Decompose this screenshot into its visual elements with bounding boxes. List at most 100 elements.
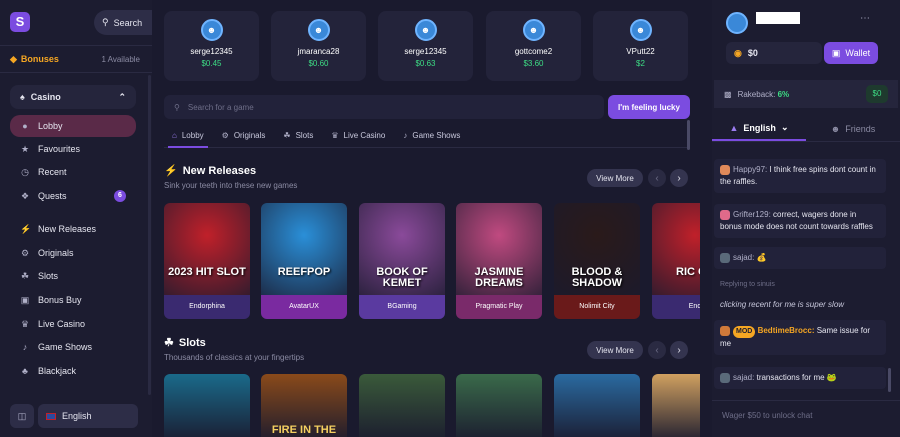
friends-icon: ☻ (830, 123, 841, 134)
tab-label: Originals (233, 130, 266, 140)
game-card[interactable] (554, 374, 640, 437)
balance-value: $0 (747, 48, 758, 58)
game-card[interactable]: 2023 HIT SLOT Endorphina (164, 203, 250, 319)
sidebar-scrollbar[interactable] (148, 75, 151, 395)
sidebar-item-originals[interactable]: ⚙ Originals (10, 242, 136, 264)
chat-scrollbar[interactable] (888, 368, 891, 392)
sidebar-toggle-icon: ◫ (17, 410, 27, 421)
sidebar-item-label: Originals (38, 248, 74, 258)
bonuses-row[interactable]: ◆ Bonuses 1 Available (0, 45, 152, 73)
chevron-right-icon: › (677, 344, 681, 356)
game-title: 2023 HIT SLOT (168, 266, 246, 278)
sidebar-item-quests[interactable]: ❖ Quests 6 (10, 185, 136, 207)
chevron-left-icon: ‹ (655, 172, 659, 184)
winner-card[interactable]: ☻ serge12345 $0.63 (378, 11, 473, 81)
new-releases-prev-button[interactable]: ‹ (648, 169, 666, 187)
new-releases-subtitle: Sink your teeth into these new games (164, 181, 298, 190)
section-title-text: New Releases (182, 164, 257, 177)
chat-username[interactable]: BedtimeBrocc: (758, 326, 815, 335)
winner-name: serge12345 (404, 47, 447, 56)
chat-username[interactable]: Grifter129: (733, 210, 771, 219)
game-provider: Pragmatic Play (456, 295, 542, 319)
logo-icon[interactable]: S (10, 12, 30, 32)
game-card[interactable] (456, 374, 542, 437)
tab-live-casino[interactable]: ♛ Live Casino (331, 124, 385, 146)
balance-display[interactable]: ◉ $0 (726, 42, 822, 64)
game-search-input[interactable]: ⚲ Search for a game (164, 95, 604, 119)
chat-username[interactable]: Happy97: (733, 165, 767, 174)
avatar[interactable] (726, 12, 748, 34)
sidebar-item-recent[interactable]: ◷ Recent (10, 161, 136, 183)
sidebar-item-live-casino[interactable]: ♛ Live Casino (10, 313, 136, 335)
avatar: ☻ (200, 19, 223, 41)
bonuses-link[interactable]: ◆ Bonuses (10, 54, 59, 65)
slots-next-button[interactable]: › (670, 341, 688, 359)
collapse-sidebar-button[interactable]: ◫ (10, 404, 34, 428)
winner-name: jmaranca28 (297, 47, 340, 56)
game-card[interactable] (652, 374, 700, 437)
chat-input[interactable]: Wager $50 to unlock chat (712, 400, 900, 437)
language-label: English (62, 411, 92, 421)
casino-section-toggle[interactable]: ♠ Casino ⌃ (10, 85, 136, 109)
game-card[interactable]: FIRE IN THE (261, 374, 347, 437)
game-art (164, 203, 250, 295)
rakeback-icon: ▩ (724, 89, 732, 99)
game-card[interactable]: REEFPOP AvatarUX (261, 203, 347, 319)
winner-card[interactable]: ☻ jmaranca28 $0.60 (271, 11, 366, 81)
winner-card[interactable]: ☻ gottcome2 $3.60 (486, 11, 581, 81)
new-releases-next-button[interactable]: › (670, 169, 688, 187)
new-releases-view-more-button[interactable]: View More (587, 169, 643, 187)
sidebar-item-bonus-buy[interactable]: ▣ Bonus Buy (10, 289, 136, 311)
sidebar-item-label: Slots (38, 271, 59, 281)
main-scrollbar[interactable] (687, 120, 690, 150)
user-icon: ● (22, 121, 28, 131)
slots-view-more-button[interactable]: View More (587, 341, 643, 359)
game-card[interactable]: JASMINE DREAMS Pragmatic Play (456, 203, 542, 319)
game-card[interactable]: RIC CA End (652, 203, 700, 319)
winner-card[interactable]: ☻ VPutt22 $2 (593, 11, 688, 81)
sidebar-item-new-releases[interactable]: ⚡ New Releases (10, 218, 136, 240)
tab-friends[interactable]: ☻ Friends (806, 116, 900, 141)
wallet-button[interactable]: ▣ Wallet (824, 42, 878, 64)
avatar: ☻ (629, 19, 652, 41)
sidebar-item-favourites[interactable]: ★ Favourites (10, 138, 136, 160)
tab-label: Game Shows (412, 130, 461, 140)
sidebar-item-game-shows[interactable]: ♪ Game Shows (10, 336, 136, 358)
tab-lobby[interactable]: ⌂ Lobby (168, 124, 208, 148)
tab-slots[interactable]: ☘ Slots (283, 124, 313, 146)
winner-amount: $0.63 (415, 59, 436, 68)
bag-icon: ▣ (20, 294, 30, 305)
avatar (720, 164, 730, 175)
chat-username[interactable]: sajad: (733, 373, 754, 382)
gear-icon: ⚙ (20, 247, 30, 258)
tab-originals[interactable]: ⚙ Originals (222, 124, 266, 146)
language-selector[interactable]: English (38, 404, 138, 428)
sidebar-item-slots[interactable]: ☘ Slots (10, 265, 136, 287)
mic-icon: ♪ (403, 130, 408, 140)
game-provider: AvatarUX (261, 295, 347, 319)
chat-message: MOD BedtimeBrocc: Same issue for me (714, 320, 886, 355)
tab-game-shows[interactable]: ♪ Game Shows (403, 124, 460, 146)
chat-text: transactions for me 🐸 (756, 373, 837, 382)
casino-label: Casino (30, 92, 61, 102)
game-card[interactable] (359, 374, 445, 437)
chat-username[interactable]: sajad: (733, 253, 754, 262)
winner-name: gottcome2 (514, 47, 553, 56)
game-card[interactable]: BLOOD & SHADOW Nolimit City (554, 203, 640, 319)
mic-icon: ♪ (22, 342, 28, 352)
game-card[interactable]: BOOK OF KEMET BGaming (359, 203, 445, 319)
feeling-lucky-button[interactable]: I'm feeling lucky (608, 95, 690, 119)
more-options-icon[interactable]: ⋯ (860, 13, 870, 24)
sidebar-item-lobby[interactable]: ● Lobby (10, 115, 136, 137)
rakeback-value: 6% (777, 89, 790, 99)
rakeback-row: ▩ Rakeback: 6% $0 (714, 80, 898, 108)
search-button[interactable]: ⚲ Search (94, 10, 152, 35)
crown-icon: ♛ (331, 130, 339, 140)
winner-card[interactable]: ☻ serge12345 $0.45 (164, 11, 259, 81)
slots-prev-button[interactable]: ‹ (648, 341, 666, 359)
game-card[interactable] (164, 374, 250, 437)
rakeback-claim-button[interactable]: $0 (866, 85, 888, 103)
tab-english-chat[interactable]: ▲ English ⌄ (712, 116, 806, 141)
game-art (261, 203, 347, 295)
sidebar-item-blackjack[interactable]: ♣ Blackjack (10, 360, 136, 382)
